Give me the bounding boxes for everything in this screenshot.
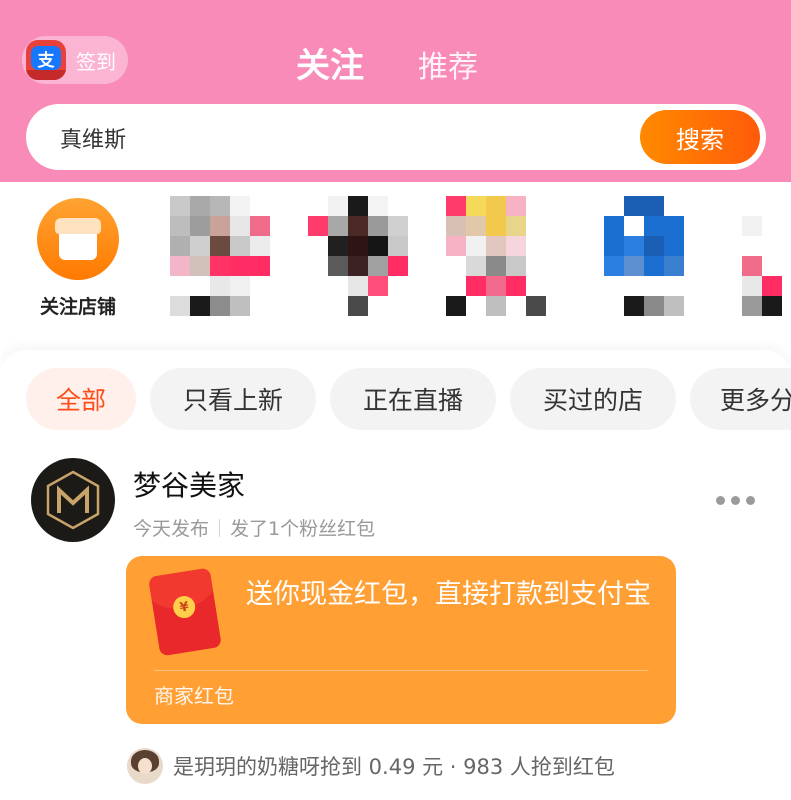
red-envelope-icon: ¥ xyxy=(148,567,222,657)
filter-new-only[interactable]: 只看上新 xyxy=(150,368,316,430)
search-input[interactable]: 真维斯 xyxy=(60,122,126,154)
post-action: 发了1个粉丝红包 xyxy=(230,518,376,540)
shop-name[interactable]: 梦谷美家 xyxy=(133,464,245,504)
publish-time: 今天发布 xyxy=(133,518,210,540)
shop-avatar-blurred[interactable] xyxy=(742,196,791,316)
more-options-icon[interactable] xyxy=(716,496,755,505)
alipay-redpacket-icon: 支 xyxy=(26,40,66,80)
divider xyxy=(154,670,648,671)
signin-label: 签到 xyxy=(76,49,116,74)
follow-shops-entry[interactable]: 关注店铺 xyxy=(28,198,128,319)
signin-button[interactable]: 支 签到 xyxy=(22,36,128,84)
post-meta: 今天发布 发了1个粉丝红包 xyxy=(133,514,375,541)
filter-all[interactable]: 全部 xyxy=(26,368,136,430)
shop-avatar-blurred[interactable] xyxy=(604,196,704,316)
shop-avatar-blurred[interactable] xyxy=(170,196,270,316)
red-packet-grab-info[interactable]: 是玥玥的奶糖呀抢到 0.49 元 · 983 人抢到红包 xyxy=(127,748,615,784)
follow-shops-label: 关注店铺 xyxy=(39,296,116,318)
shop-avatar-blurred[interactable] xyxy=(308,196,408,316)
tab-follow[interactable]: 关注 xyxy=(296,38,364,87)
search-bar[interactable]: 真维斯 搜索 xyxy=(26,104,766,170)
shop-avatar-blurred[interactable] xyxy=(446,196,546,316)
search-button[interactable]: 搜索 xyxy=(640,110,760,164)
red-packet-card[interactable]: ¥ 送你现金红包，直接打款到支付宝 商家红包 xyxy=(126,556,676,724)
red-packet-footer: 商家红包 xyxy=(154,684,234,708)
shop-logo-icon xyxy=(46,470,100,530)
red-packet-title: 送你现金红包，直接打款到支付宝 xyxy=(246,579,651,610)
filter-purchased-shops[interactable]: 买过的店 xyxy=(510,368,676,430)
filter-more[interactable]: 更多分 xyxy=(690,368,791,430)
followed-shops-row: 关注店铺 xyxy=(0,182,791,352)
top-header: 支 签到 关注 推荐 真维斯 搜索 xyxy=(0,0,791,182)
storefront-icon xyxy=(37,198,119,280)
user-avatar xyxy=(127,748,163,784)
tab-recommend[interactable]: 推荐 xyxy=(418,42,478,86)
meta-divider xyxy=(219,518,221,537)
grab-info-text: 是玥玥的奶糖呀抢到 0.49 元 · 983 人抢到红包 xyxy=(173,755,615,779)
filter-live-now[interactable]: 正在直播 xyxy=(330,368,496,430)
shop-avatar[interactable] xyxy=(31,458,115,542)
